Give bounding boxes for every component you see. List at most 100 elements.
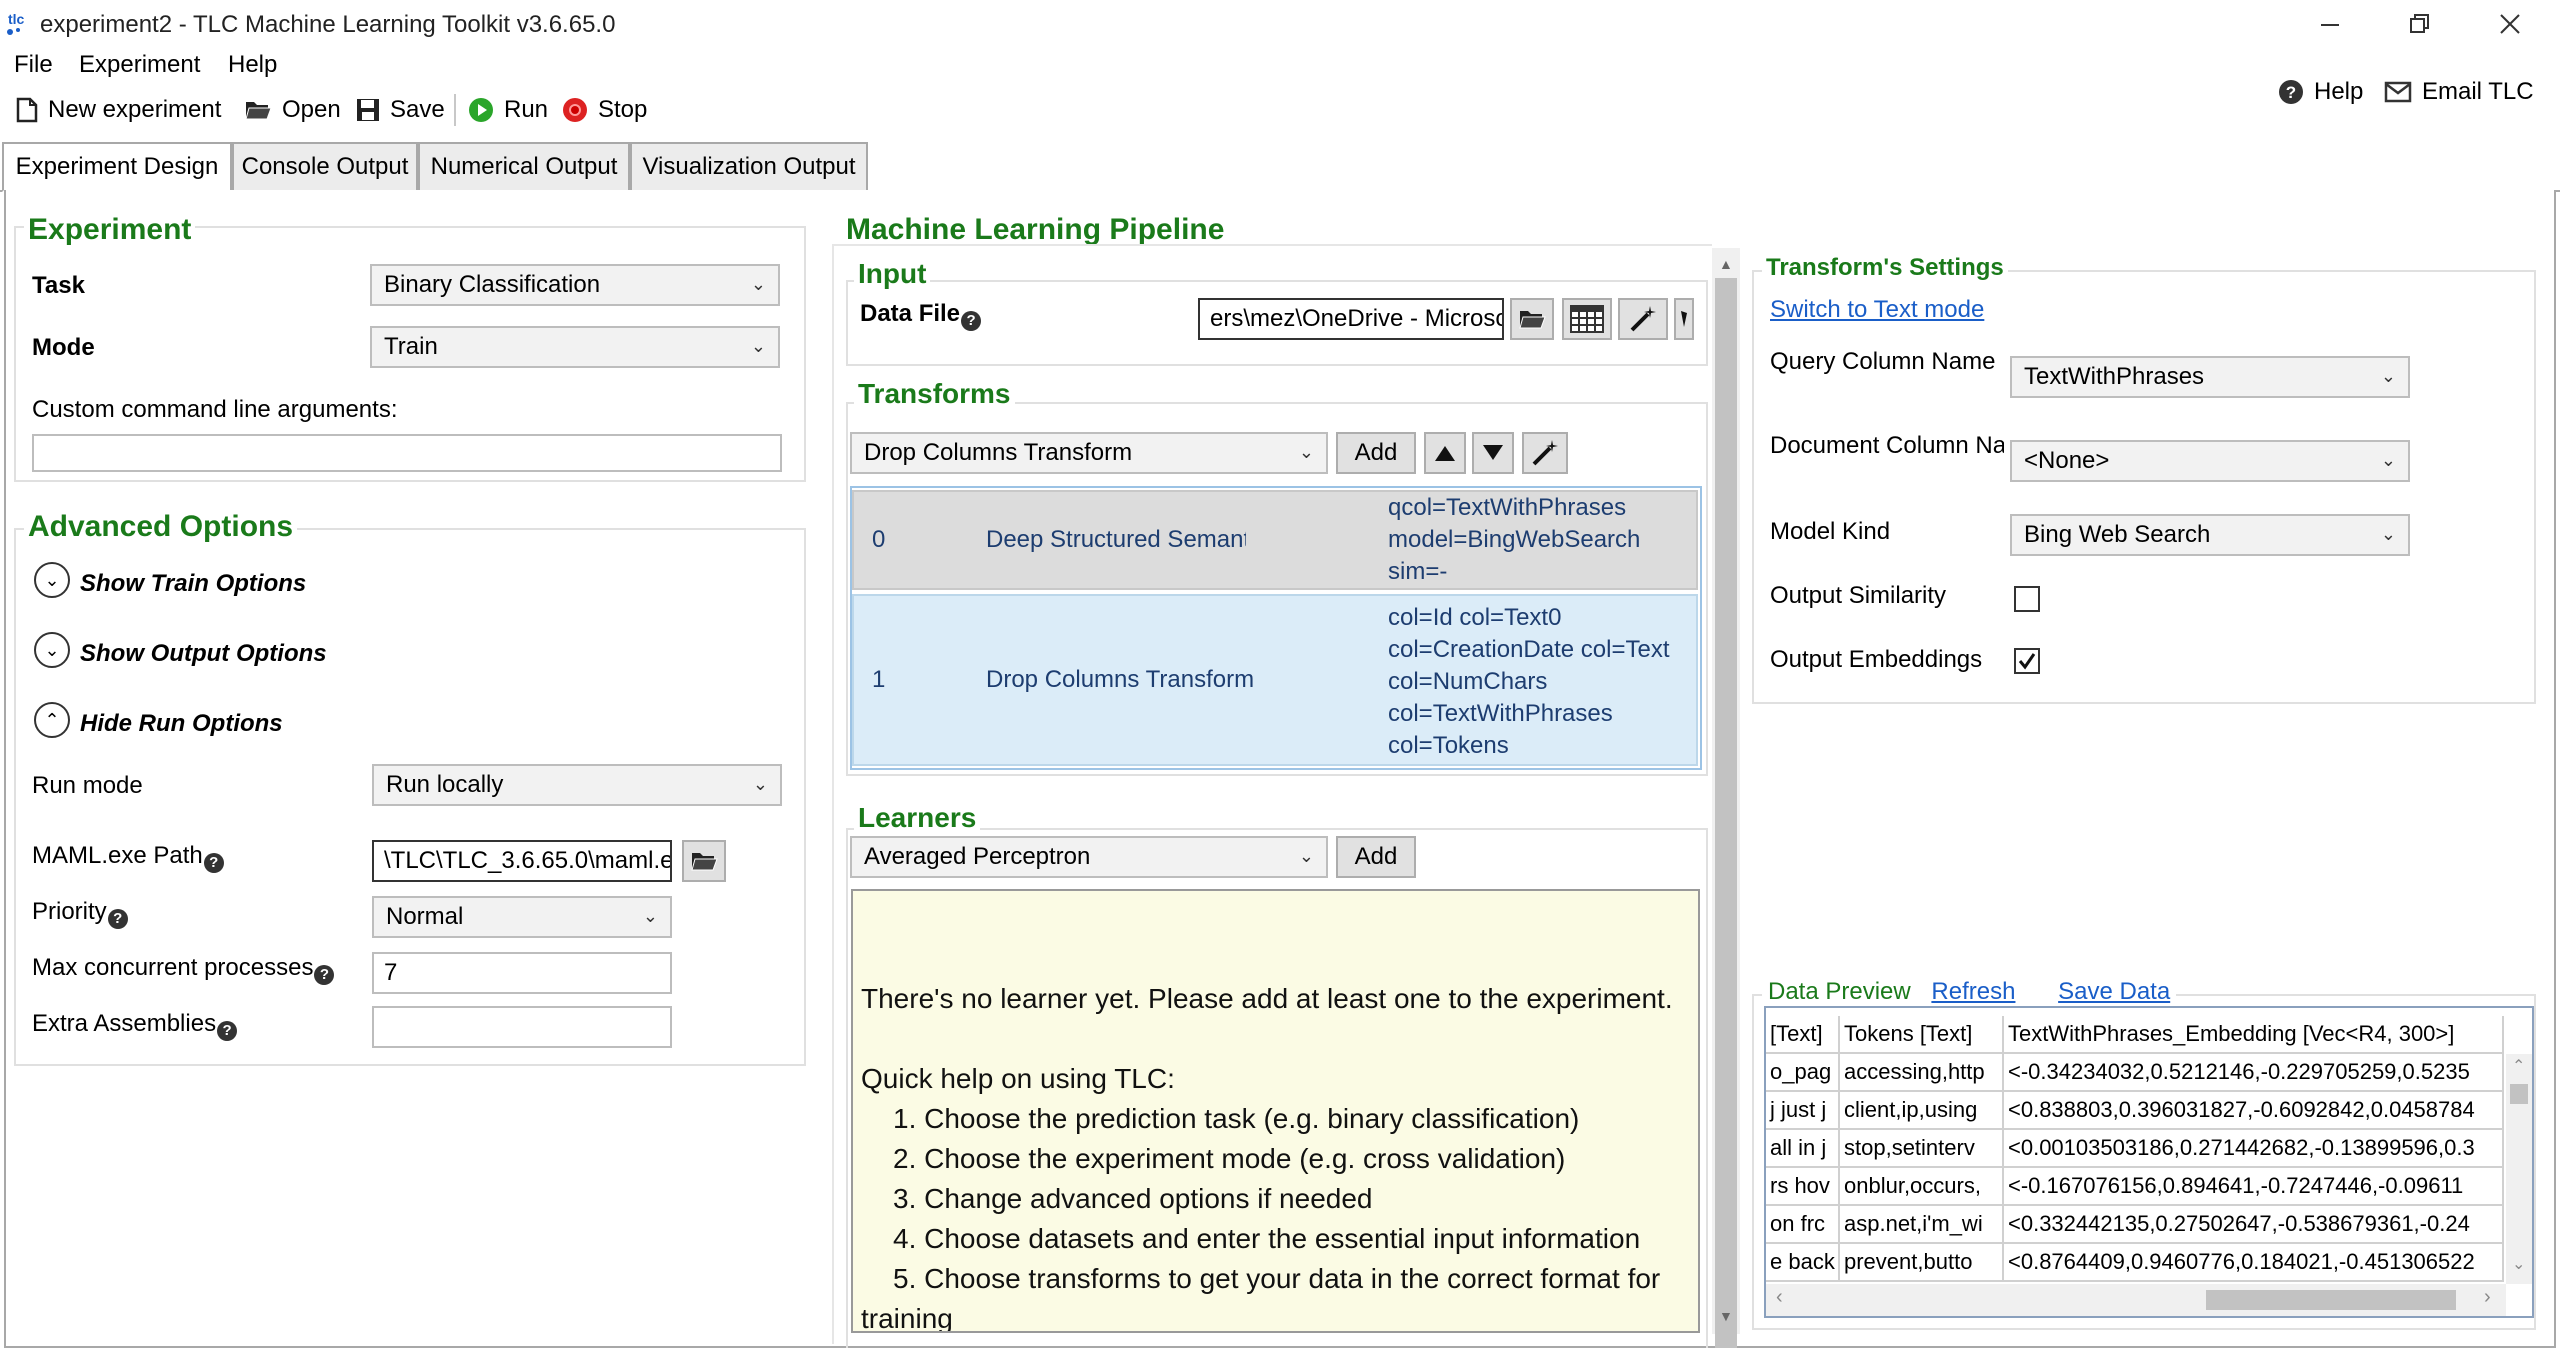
save-button[interactable]: Save: [356, 96, 445, 124]
chevron-up-icon[interactable]: ⌃: [2512, 1056, 2525, 1076]
hide-run-options[interactable]: Hide Run Options: [80, 710, 283, 738]
scrollbar-thumb[interactable]: [2510, 1084, 2528, 1104]
mode-select[interactable]: Train ⌄: [370, 326, 780, 368]
grid-vertical-scrollbar[interactable]: ⌃ ⌄: [2506, 1054, 2532, 1284]
move-down-button[interactable]: [1472, 432, 1514, 474]
scrollbar-thumb[interactable]: [1715, 278, 1737, 1348]
restore-button[interactable]: [2390, 6, 2450, 42]
grid-horizontal-scrollbar[interactable]: ‹ ›: [1766, 1284, 2506, 1316]
max-processes-input[interactable]: 7: [372, 952, 672, 994]
help-icon[interactable]: ?: [314, 965, 335, 985]
minimize-button[interactable]: [2300, 6, 2360, 42]
chevron-right-icon[interactable]: ›: [2484, 1286, 2491, 1309]
help-label: Help: [2314, 78, 2364, 105]
column-header[interactable]: TextWithPhrases_Embedding [Vec<R4, 300>]: [2004, 1016, 2504, 1054]
save-disk-icon: [357, 99, 379, 121]
table-cell: <0.8764409,0.9460776,0.184021,-0.4513065…: [2004, 1244, 2504, 1282]
chevron-left-icon[interactable]: ‹: [1776, 1286, 1783, 1309]
tab-numerical-output[interactable]: Numerical Output: [418, 142, 630, 192]
svg-text:tlc: tlc: [8, 11, 25, 27]
task-label: Task: [32, 272, 85, 299]
show-output-options[interactable]: Show Output Options: [80, 640, 327, 668]
help-text: 5. Choose transforms to get your data in…: [893, 1263, 1661, 1294]
run-button[interactable]: Run: [468, 96, 548, 124]
transform-index: 1: [872, 666, 886, 693]
tab-experiment-design[interactable]: Experiment Design: [2, 142, 232, 192]
data-preview-grid[interactable]: [Text] Tokens [Text] TextWithPhrases_Emb…: [1764, 1006, 2534, 1318]
new-experiment-button[interactable]: New experiment: [16, 96, 221, 124]
add-learner-button[interactable]: Add: [1336, 836, 1416, 878]
stop-button[interactable]: Stop: [562, 96, 647, 124]
menu-experiment[interactable]: Experiment: [79, 51, 200, 79]
document-column-select[interactable]: <None> ⌄: [2010, 440, 2410, 482]
query-column-select[interactable]: TextWithPhrases ⌄: [2010, 356, 2410, 398]
help-icon[interactable]: ?: [217, 1021, 238, 1041]
task-select[interactable]: Binary Classification ⌄: [370, 264, 780, 306]
table-cell: <-0.34234032,0.5212146,-0.229705259,0.52…: [2004, 1054, 2504, 1092]
table-cell: prevent,butto: [1840, 1244, 2004, 1282]
table-cell: j just j: [1766, 1092, 1840, 1130]
chevron-down-icon[interactable]: ⌄: [34, 562, 70, 598]
show-train-options[interactable]: Show Train Options: [80, 570, 306, 598]
triangle-down-icon: [1483, 445, 1503, 460]
transform-wizard-button[interactable]: [1522, 432, 1568, 474]
output-embeddings-checkbox[interactable]: [2014, 648, 2040, 674]
view-data-button[interactable]: [1562, 298, 1612, 340]
open-button[interactable]: Open: [244, 96, 341, 124]
save-data-link[interactable]: Save Data: [2058, 978, 2170, 1005]
refresh-link[interactable]: Refresh: [1931, 978, 2015, 1005]
model-kind-select[interactable]: Bing Web Search ⌄: [2010, 514, 2410, 556]
learner-select-value: Averaged Perceptron: [864, 843, 1091, 870]
maml-path-input[interactable]: \TLC\TLC_3.6.65.0\maml.exe: [372, 840, 672, 882]
switch-text-mode-link[interactable]: Switch to Text mode: [1770, 296, 1984, 324]
table-cell: all in j: [1766, 1130, 1840, 1168]
custom-args-input[interactable]: [32, 434, 782, 472]
output-similarity-label: Output Similarity: [1770, 582, 1947, 609]
output-similarity-checkbox[interactable]: [2014, 586, 2040, 612]
chevron-up-icon[interactable]: ⌃: [34, 702, 70, 738]
triangle-up-icon: [1435, 446, 1455, 461]
email-tlc-button[interactable]: Email TLC: [2384, 78, 2534, 106]
run-play-icon: [469, 98, 493, 122]
app-icon: tlc: [4, 6, 36, 38]
priority-value: Normal: [386, 903, 464, 930]
tab-visualization-output[interactable]: Visualization Output: [630, 142, 868, 192]
priority-select[interactable]: Normal ⌄: [372, 896, 672, 938]
table-cell: client,ip,using: [1840, 1092, 2004, 1130]
move-up-button[interactable]: [1424, 432, 1466, 474]
browse-data-file-button[interactable]: [1510, 298, 1554, 340]
pipeline-scrollbar[interactable]: ▲ ▼: [1712, 248, 1740, 1348]
chevron-down-icon: ⌄: [750, 336, 766, 356]
more-button[interactable]: [1674, 298, 1694, 340]
scroll-down-icon[interactable]: ▼: [1719, 1308, 1733, 1324]
column-header[interactable]: [Text]: [1766, 1016, 1840, 1054]
help-button[interactable]: ? Help: [2278, 78, 2363, 106]
transform-row-1[interactable]: 1 Drop Columns Transform col=Id col=Text…: [852, 594, 1698, 766]
transforms-title: Transforms: [854, 378, 1015, 410]
data-wizard-button[interactable]: [1618, 298, 1668, 340]
close-button[interactable]: [2480, 6, 2540, 42]
help-icon[interactable]: ?: [107, 909, 128, 929]
mode-value: Train: [384, 333, 438, 360]
menu-file[interactable]: File: [14, 51, 53, 79]
add-transform-button[interactable]: Add: [1336, 432, 1416, 474]
run-mode-select[interactable]: Run locally ⌄: [372, 764, 782, 806]
help-icon[interactable]: ?: [203, 853, 224, 873]
chevron-down-icon[interactable]: ⌄: [2512, 1254, 2525, 1274]
transform-select[interactable]: Drop Columns Transform ⌄: [850, 432, 1328, 474]
browse-folder-button[interactable]: [682, 840, 726, 882]
transform-row-0[interactable]: 0 Deep Structured Semantic Model Tr qcol…: [852, 490, 1698, 590]
scrollbar-thumb[interactable]: [2206, 1290, 2456, 1310]
learner-select[interactable]: Averaged Perceptron ⌄: [850, 836, 1328, 878]
chevron-down-icon[interactable]: ⌄: [34, 632, 70, 668]
tab-console-output[interactable]: Console Output: [232, 142, 418, 192]
column-header[interactable]: Tokens [Text]: [1840, 1016, 2004, 1054]
help-icon[interactable]: ?: [961, 311, 982, 331]
scroll-up-icon[interactable]: ▲: [1719, 256, 1733, 272]
menu-help[interactable]: Help: [228, 51, 277, 79]
transform-param: qcol=TextWithPhrases: [1388, 494, 1627, 521]
extra-assemblies-input[interactable]: [372, 1006, 672, 1048]
tab-label: Visualization Output: [642, 153, 856, 180]
help-text: There's no learner yet. Please add at le…: [861, 983, 1673, 1014]
data-file-input[interactable]: ers\mez\OneDrive - Microsc: [1198, 298, 1504, 340]
